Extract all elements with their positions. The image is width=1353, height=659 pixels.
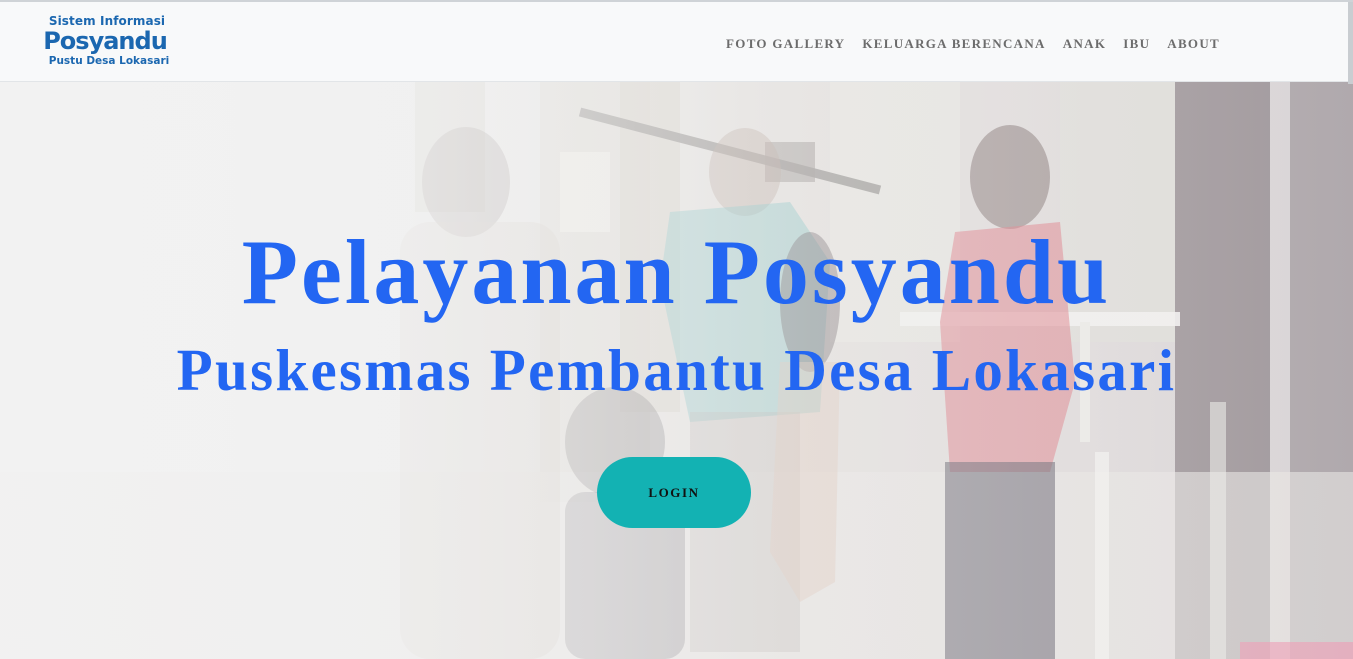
main-nav: FOTO GALLERY KELUARGA BERENCANA ANAK IBU… bbox=[726, 36, 1220, 52]
site-logo[interactable]: Sistem Informasi Posyandu Pustu Desa Lok… bbox=[41, 14, 181, 74]
page: Sistem Informasi Posyandu Pustu Desa Lok… bbox=[0, 0, 1353, 659]
login-button[interactable]: LOGIN bbox=[597, 457, 751, 528]
nav-ibu[interactable]: IBU bbox=[1123, 36, 1150, 52]
hero-subtitle: Puskesmas Pembantu Desa Lokasari bbox=[176, 337, 1177, 403]
nav-keluarga-berencana[interactable]: KELUARGA BERENCANA bbox=[862, 36, 1045, 52]
nav-anak[interactable]: ANAK bbox=[1063, 36, 1106, 52]
logo-tagline: Sistem Informasi bbox=[48, 14, 166, 28]
nav-about[interactable]: ABOUT bbox=[1167, 36, 1220, 52]
logo-location: Pustu Desa Lokasari bbox=[48, 55, 170, 67]
top-navbar: Sistem Informasi Posyandu Pustu Desa Lok… bbox=[0, 0, 1353, 84]
scrollbar-edge bbox=[1348, 2, 1353, 84]
hero-section: Pelayanan Posyandu Puskesmas Pembantu De… bbox=[0, 82, 1353, 659]
hero-title: Pelayanan Posyandu bbox=[241, 221, 1112, 323]
nav-foto-gallery[interactable]: FOTO GALLERY bbox=[726, 36, 845, 52]
logo-title: Posyandu bbox=[43, 27, 168, 55]
